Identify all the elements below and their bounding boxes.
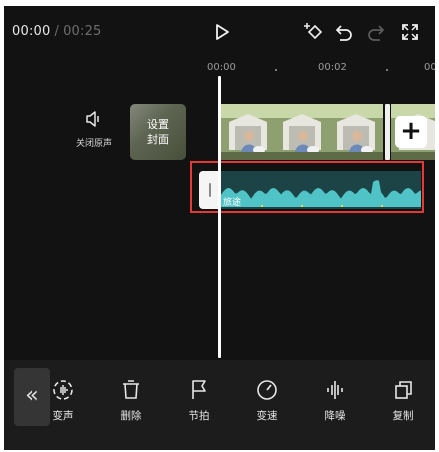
video-frame-thumbnail bbox=[221, 104, 275, 160]
time-separator: / bbox=[54, 24, 60, 39]
ruler-tick: 00:00 bbox=[207, 62, 236, 73]
delete-icon bbox=[123, 380, 139, 399]
tool-label: 复制 bbox=[392, 410, 414, 422]
timecode: 00:00/00:25 bbox=[12, 24, 102, 39]
tool-label: 降噪 bbox=[324, 410, 346, 422]
tool-label: 变速 bbox=[256, 410, 278, 422]
play-icon[interactable] bbox=[212, 22, 232, 42]
beat-flag-icon bbox=[192, 380, 206, 399]
playhead[interactable] bbox=[218, 76, 221, 358]
total-time: 00:25 bbox=[63, 24, 102, 39]
current-time: 00:00 bbox=[12, 24, 51, 39]
ruler-tick: 00:02 bbox=[318, 62, 347, 73]
tool-beat[interactable]: 节拍 bbox=[174, 378, 224, 423]
tool-label: 节拍 bbox=[188, 410, 210, 422]
speaker-icon bbox=[85, 111, 103, 132]
cover-label-line2: 封面 bbox=[147, 133, 169, 146]
speed-gauge-icon bbox=[257, 380, 277, 400]
top-bar: 00:00/00:25 bbox=[4, 6, 435, 58]
video-frame-thumbnail bbox=[275, 104, 329, 160]
cover-label-line1: 设置 bbox=[147, 118, 169, 131]
voice-change-icon bbox=[53, 380, 73, 400]
tool-speed[interactable]: 变速 bbox=[242, 378, 292, 423]
fullscreen-icon[interactable] bbox=[400, 22, 420, 42]
copy-icon bbox=[395, 381, 412, 399]
tool-copy[interactable]: 复制 bbox=[378, 378, 428, 423]
keyframe-add-icon[interactable] bbox=[302, 21, 324, 43]
ruler-tick: 00:0 bbox=[424, 62, 435, 73]
undo-icon[interactable] bbox=[334, 22, 354, 42]
clip-trim-handle[interactable] bbox=[385, 104, 390, 160]
video-editor-screen: 00:00/00:25 00:00 00:02 00:0 关闭原声 bbox=[4, 6, 435, 450]
add-clip-button[interactable]: + bbox=[395, 116, 427, 148]
audio-clip-name: 旅途 bbox=[223, 198, 242, 208]
redo-icon[interactable] bbox=[366, 22, 386, 42]
tool-noise-reduction[interactable]: 降噪 bbox=[310, 378, 360, 423]
noise-reduction-icon bbox=[327, 381, 343, 399]
tool-voice-change[interactable]: 变声 bbox=[38, 378, 88, 423]
tool-label: 删除 bbox=[120, 410, 142, 422]
ruler-dot bbox=[386, 69, 388, 71]
video-frame-thumbnail bbox=[329, 104, 383, 160]
mute-original-audio-button[interactable]: 关闭原声 bbox=[64, 110, 124, 149]
ruler-dot bbox=[275, 69, 277, 71]
tool-label: 变声 bbox=[52, 410, 74, 422]
set-cover-button[interactable]: 设置 封面 bbox=[130, 104, 186, 160]
mute-label: 关闭原声 bbox=[75, 139, 112, 149]
tool-delete[interactable]: 删除 bbox=[106, 378, 156, 423]
